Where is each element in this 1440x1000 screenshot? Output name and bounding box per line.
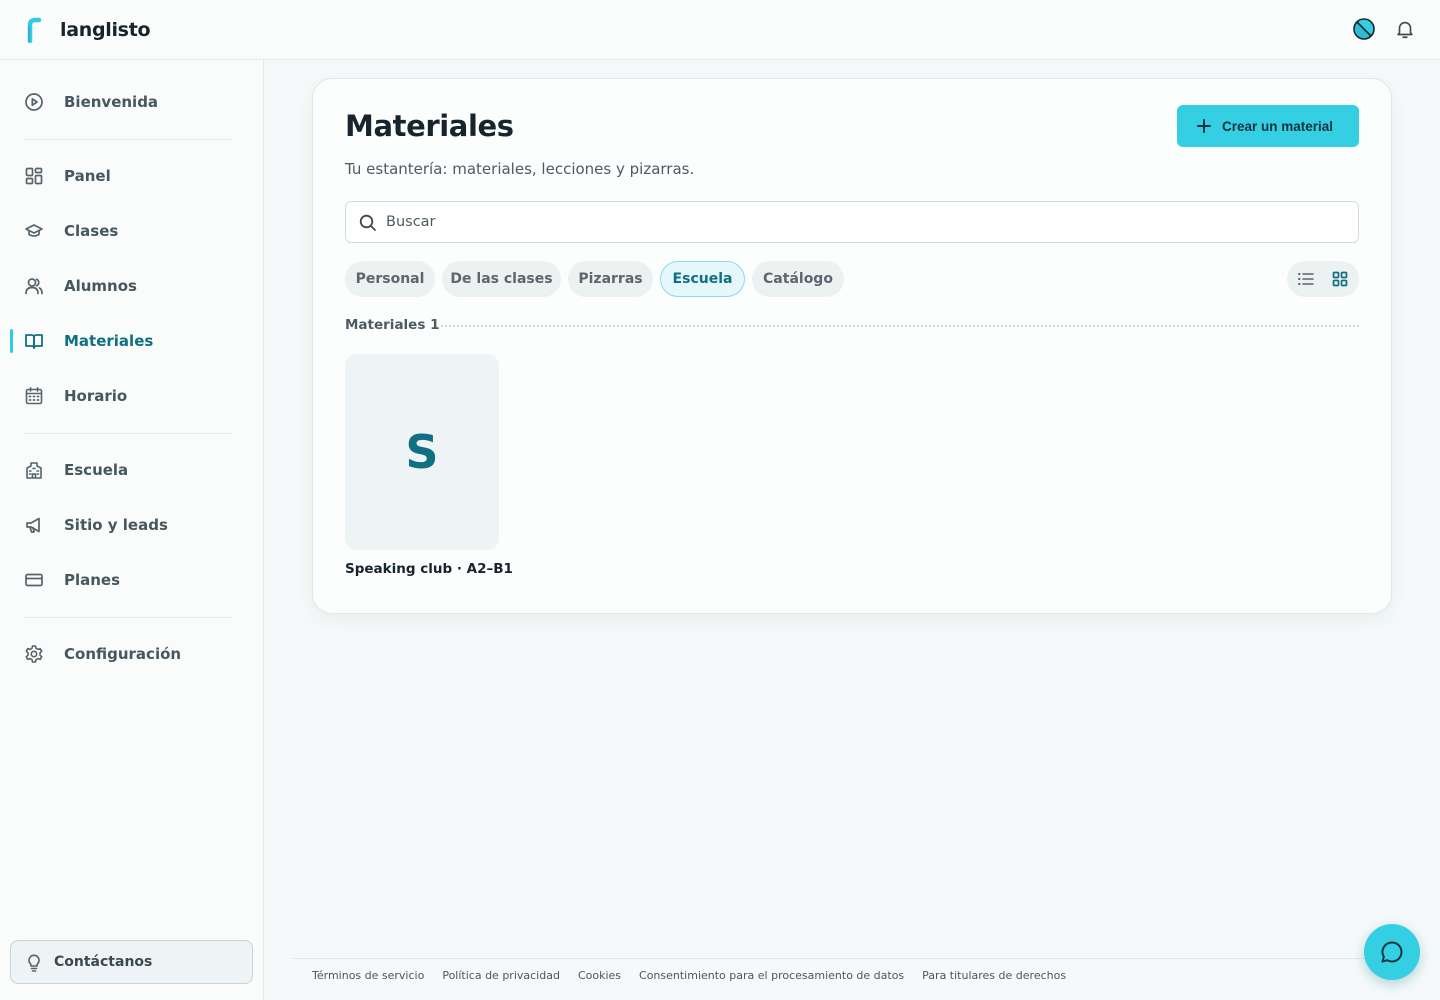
sidebar-item-label: Planes	[64, 571, 121, 589]
create-material-label: Crear un material	[1222, 118, 1334, 134]
material-card[interactable]: S Speaking club · A2–B1	[345, 354, 513, 577]
megaphone-icon	[26, 517, 40, 533]
search-icon	[359, 214, 376, 231]
footer-divider	[292, 958, 1392, 959]
list-view-icon[interactable]	[1296, 269, 1316, 289]
chat-button[interactable]	[1364, 924, 1420, 980]
sidebar-item-label: Escuela	[64, 461, 129, 479]
footer-link-terms[interactable]: Términos de servicio	[312, 969, 424, 982]
sidebar-item-clases[interactable]: Clases	[0, 209, 263, 253]
footer-links: Términos de servicio Política de privaci…	[312, 969, 1066, 982]
brand[interactable]: langlisto	[24, 17, 151, 43]
sidebar-item-label: Clases	[64, 222, 119, 240]
section-label: Materiales 1	[345, 317, 440, 333]
sidebar-item-alumnos[interactable]: Alumnos	[0, 264, 263, 308]
sidebar-divider	[24, 139, 232, 140]
filter-chip-de-las-clases[interactable]: De las clases	[442, 261, 561, 297]
calendar-icon	[25, 387, 43, 405]
filter-chip-personal[interactable]: Personal	[345, 261, 435, 297]
play-circle-icon	[25, 93, 43, 111]
users-icon	[25, 278, 43, 295]
sidebar-divider	[24, 617, 232, 618]
material-title: Speaking club · A2–B1	[345, 561, 513, 577]
materials-card: Materiales Tu estantería: materiales, le…	[312, 78, 1392, 614]
sidebar-item-planes[interactable]: Planes	[0, 558, 263, 602]
sidebar-divider	[24, 433, 232, 434]
material-initial: S	[405, 425, 439, 479]
chat-bubble-icon	[1381, 941, 1403, 963]
sidebar-item-label: Bienvenida	[64, 93, 159, 111]
create-material-button[interactable]: Crear un material	[1177, 105, 1359, 147]
grid-view-icon[interactable]	[1330, 269, 1350, 289]
sidebar-item-bienvenida[interactable]: Bienvenida	[0, 80, 263, 124]
sidebar: Bienvenida Panel Clases Alumnos Material…	[0, 60, 264, 1000]
sidebar-item-label: Configuración	[64, 645, 182, 663]
top-bar: langlisto	[0, 0, 1440, 60]
sidebar-item-horario[interactable]: Horario	[0, 374, 263, 418]
contact-label: Contáctanos	[54, 954, 153, 970]
view-toggle	[1287, 261, 1359, 297]
sidebar-item-sitio-y-leads[interactable]: Sitio y leads	[0, 503, 263, 547]
sidebar-item-label: Panel	[64, 167, 111, 185]
bell-icon[interactable]	[1394, 18, 1416, 40]
material-thumbnail: S	[345, 354, 499, 550]
contact-button[interactable]: Contáctanos	[10, 940, 253, 984]
building-icon	[26, 462, 42, 479]
footer-link-rights-holders[interactable]: Para titulares de derechos	[922, 969, 1066, 982]
logo-icon	[27, 17, 42, 43]
filter-chip-catalogo[interactable]: Catálogo	[752, 261, 844, 297]
sidebar-item-label: Horario	[64, 387, 128, 405]
footer-link-cookies[interactable]: Cookies	[578, 969, 621, 982]
theme-toggle-icon[interactable]	[1352, 17, 1376, 41]
credit-card-icon	[25, 573, 43, 587]
sidebar-item-panel[interactable]: Panel	[0, 154, 263, 198]
page-subtitle: Tu estantería: materiales, lecciones y p…	[345, 160, 695, 178]
filter-chip-pizarras[interactable]: Pizarras	[568, 261, 653, 297]
lightbulb-icon	[28, 954, 40, 972]
search-input[interactable]	[386, 202, 1346, 242]
footer-link-data-consent[interactable]: Consentimiento para el procesamiento de …	[639, 969, 904, 982]
plus-icon	[1197, 119, 1211, 133]
sidebar-item-configuracion[interactable]: Configuración	[0, 632, 263, 676]
section-divider	[441, 325, 1359, 327]
sidebar-item-label: Alumnos	[64, 277, 137, 295]
footer-link-privacy[interactable]: Política de privacidad	[442, 969, 560, 982]
app-name: langlisto	[60, 18, 151, 41]
sidebar-item-label: Sitio y leads	[64, 516, 168, 534]
filter-chip-escuela[interactable]: Escuela	[660, 261, 745, 297]
dashboard-icon	[25, 167, 43, 185]
search-box	[345, 201, 1359, 243]
sidebar-item-escuela[interactable]: Escuela	[0, 448, 263, 492]
gear-icon	[25, 645, 43, 663]
page-title: Materiales	[345, 109, 514, 143]
sidebar-item-materiales[interactable]: Materiales	[0, 319, 263, 363]
sidebar-item-label: Materiales	[64, 332, 154, 350]
graduation-cap-icon	[25, 224, 43, 237]
book-open-icon	[25, 334, 43, 349]
